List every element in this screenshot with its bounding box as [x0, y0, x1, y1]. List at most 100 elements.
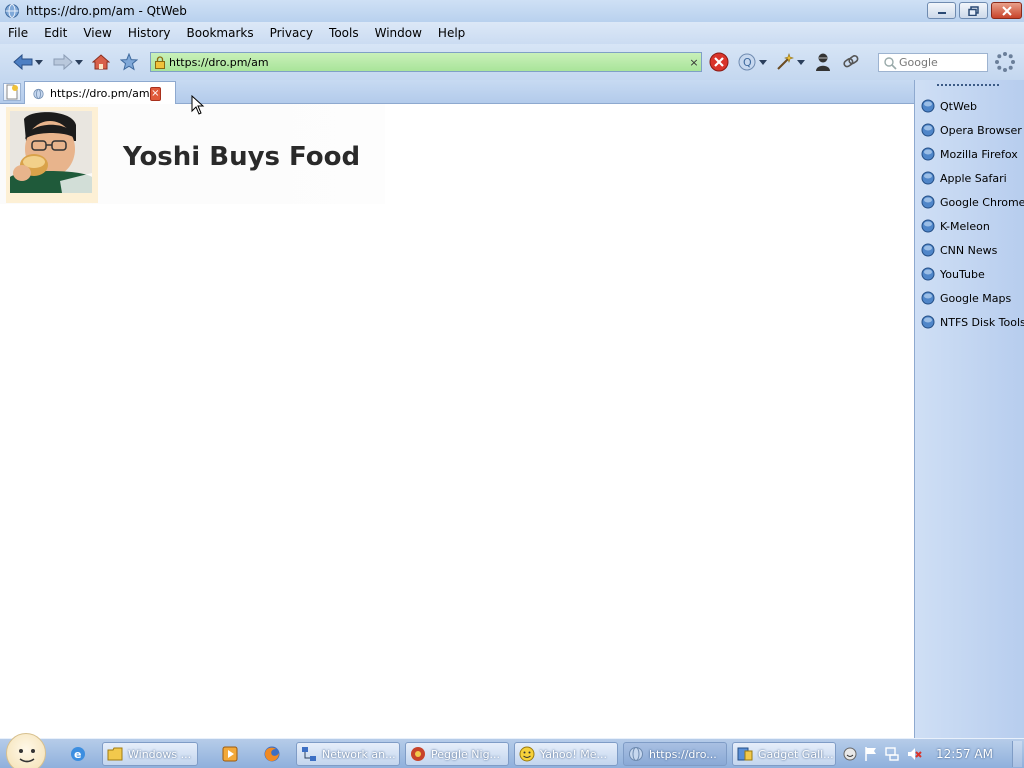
star-icon [120, 53, 138, 71]
quicklaunch-media[interactable] [220, 744, 240, 764]
tab-active[interactable]: https://dro.pm/am × [24, 81, 176, 105]
minimize-icon [937, 11, 946, 14]
start-button[interactable] [6, 733, 46, 768]
privacy-button[interactable] [812, 51, 834, 73]
search-input[interactable]: Google [878, 53, 988, 72]
avatar-boy-eating-image [10, 111, 92, 193]
site-header: Yoshi Buys Food [0, 104, 385, 204]
taskbar-button-gadget-gallery[interactable]: Gadget Gall... [732, 742, 836, 766]
menu-help[interactable]: Help [430, 26, 473, 40]
menu-privacy[interactable]: Privacy [262, 26, 321, 40]
tab-close-button[interactable]: × [149, 86, 161, 101]
bookmark-item[interactable]: Google Chrome [921, 190, 1024, 214]
search-placeholder: Google [899, 56, 938, 69]
avatar-frame [6, 107, 98, 203]
lock-icon [155, 55, 165, 69]
globe-icon [921, 171, 935, 185]
bookmark-label: YouTube [940, 267, 985, 281]
messenger-tray-icon[interactable] [842, 746, 858, 762]
taskbar-button-label: Windows ... [128, 747, 192, 761]
forward-history-dropdown[interactable] [74, 51, 84, 73]
volume-muted-icon[interactable] [906, 746, 922, 762]
chevron-down-icon [797, 59, 805, 65]
incognito-person-icon [816, 53, 830, 71]
new-tab-button[interactable] [3, 83, 21, 101]
action-center-flag-icon[interactable] [864, 746, 878, 762]
taskbar-button-qtweb[interactable]: https://dro... [623, 742, 727, 766]
sidebar-grip[interactable] [937, 84, 999, 86]
show-desktop-button[interactable] [1012, 741, 1022, 767]
bookmark-star-button[interactable] [118, 51, 140, 73]
bookmark-item[interactable]: Mozilla Firefox [921, 142, 1024, 166]
tools-button[interactable] [840, 51, 862, 73]
taskbar-button-network[interactable]: Network an... [296, 742, 400, 766]
magic-wand-button[interactable] [774, 51, 796, 73]
bookmark-item[interactable]: YouTube [921, 262, 1024, 286]
taskbar-button-label: Yahoo! Me... [540, 747, 608, 761]
back-button[interactable] [12, 51, 34, 73]
folder-icon [107, 747, 123, 761]
tab-title: https://dro.pm/am [49, 87, 150, 100]
user-agent-button[interactable]: Q [736, 51, 758, 73]
bookmark-item[interactable]: K-Meleon [921, 214, 1024, 238]
globe-icon [921, 123, 935, 137]
home-button[interactable] [90, 51, 112, 73]
peggle-icon [411, 747, 425, 761]
bookmark-item[interactable]: CNN News [921, 238, 1024, 262]
page-content: Yoshi Buys Food [0, 104, 914, 738]
quicklaunch-firefox[interactable] [262, 744, 282, 764]
chevron-down-icon [759, 59, 767, 65]
title-bar: https://dro.pm/am - QtWeb [0, 0, 1024, 22]
internet-explorer-icon: e [71, 747, 85, 761]
restore-button[interactable] [959, 2, 988, 19]
clear-url-button[interactable]: × [687, 56, 701, 69]
menu-tools[interactable]: Tools [321, 26, 367, 40]
magic-wand-dropdown[interactable] [796, 51, 806, 73]
url-text[interactable]: https://dro.pm/am [169, 56, 687, 69]
globe-icon [921, 291, 935, 305]
minimize-button[interactable] [927, 2, 956, 19]
address-bar[interactable]: https://dro.pm/am × [150, 52, 702, 72]
forward-arrow-icon [53, 54, 73, 70]
taskbar-button-label: https://dro... [649, 747, 717, 761]
globe-icon [921, 195, 935, 209]
bookmark-item[interactable]: Google Maps [921, 286, 1024, 310]
back-history-dropdown[interactable] [34, 51, 44, 73]
taskbar-button-peggle[interactable]: Peggle Nig... [405, 742, 509, 766]
menu-edit[interactable]: Edit [36, 26, 75, 40]
bookmark-label: Google Chrome [940, 195, 1024, 209]
menu-file[interactable]: File [0, 26, 36, 40]
menu-history[interactable]: History [120, 26, 179, 40]
clock[interactable]: 12:57 AM [936, 747, 993, 761]
taskbar-button-windows-explorer[interactable]: Windows ... [102, 742, 198, 766]
link-chain-icon [843, 55, 859, 68]
stop-button[interactable] [708, 51, 730, 73]
chevron-down-icon [75, 59, 83, 65]
menu-view[interactable]: View [75, 26, 119, 40]
bookmark-label: Google Maps [940, 291, 1012, 305]
user-agent-dropdown[interactable] [758, 51, 768, 73]
taskbar-button-label: Gadget Gall... [758, 747, 834, 761]
bookmark-item[interactable]: Opera Browser [921, 118, 1024, 142]
forward-button[interactable] [52, 51, 74, 73]
bookmark-item[interactable]: QtWeb [921, 94, 1024, 118]
bookmark-label: Apple Safari [940, 171, 1007, 185]
smiley-start-icon [19, 749, 35, 763]
menu-window[interactable]: Window [367, 26, 430, 40]
taskbar-button-yahoo-messenger[interactable]: Yahoo! Me... [514, 742, 618, 766]
media-player-icon [222, 746, 238, 762]
bookmarks-sidebar: QtWeb Opera Browser Mozilla Firefox Appl… [914, 80, 1024, 738]
quicklaunch-ie[interactable]: e [68, 744, 88, 764]
bookmark-item[interactable]: NTFS Disk Tools [921, 310, 1024, 334]
globe-icon [921, 147, 935, 161]
bookmark-label: QtWeb [940, 99, 977, 113]
menu-bookmarks[interactable]: Bookmarks [179, 26, 262, 40]
close-window-button[interactable] [991, 2, 1022, 19]
home-icon [92, 54, 110, 70]
network-tray-icon[interactable] [884, 746, 900, 762]
qtweb-globe-icon [5, 4, 19, 18]
mouse-cursor-icon [191, 95, 205, 115]
bookmark-label: K-Meleon [940, 219, 990, 233]
loading-indicator [994, 51, 1016, 73]
bookmark-item[interactable]: Apple Safari [921, 166, 1024, 190]
